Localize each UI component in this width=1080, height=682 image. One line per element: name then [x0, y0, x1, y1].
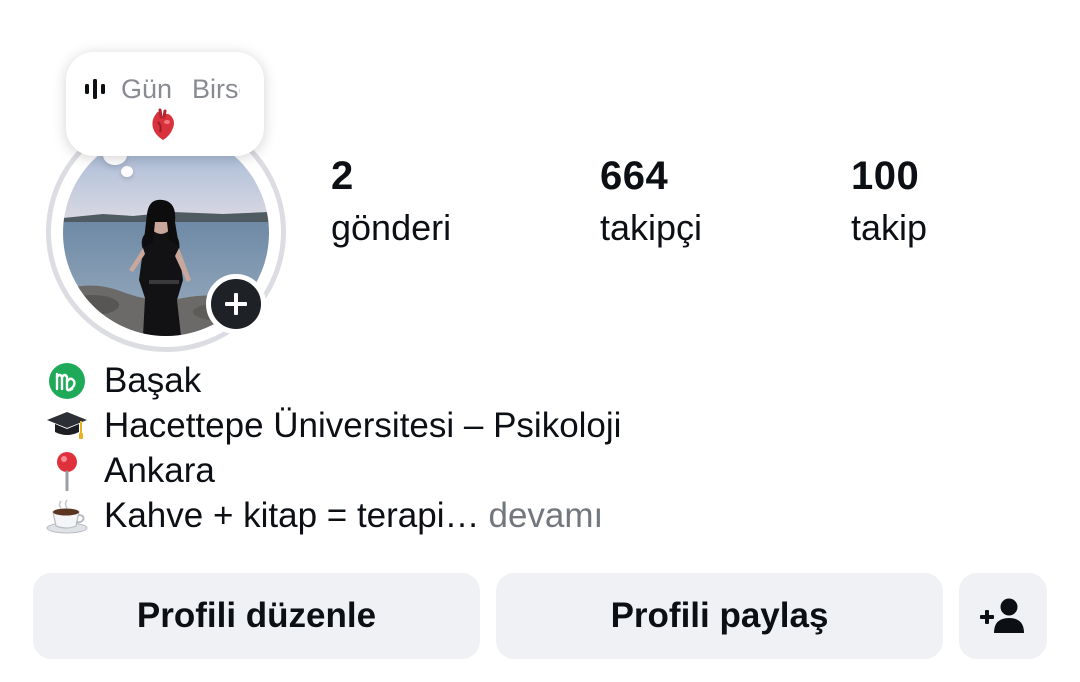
bio-text: Hacettepe Üniversitesi – Psikoloji [104, 405, 622, 445]
edit-profile-button[interactable]: Profili düzenle [33, 573, 480, 659]
profile-header: Bir Gün Birsen 2 gönderi 664 takipçi 100… [0, 0, 1080, 682]
share-profile-label: Profili paylaş [610, 596, 829, 635]
coffee-icon [44, 496, 90, 536]
note-song-title: Bir Gün [116, 73, 172, 104]
audio-bars-icon [85, 79, 105, 99]
plus-icon [225, 293, 247, 315]
anatomical-heart-emoji [152, 108, 174, 140]
followers-label: takipçi [600, 207, 703, 248]
bio-line: Ankara [44, 448, 621, 493]
bio-text: Başak [104, 360, 202, 400]
note-artist-name: Birsen [192, 73, 240, 104]
graduation-cap-icon [44, 406, 90, 446]
discover-people-button[interactable] [959, 573, 1047, 659]
following-count: 100 [851, 154, 920, 198]
posts-label: gönderi [331, 207, 452, 248]
note-music-row: Bir Gün Birsen [84, 72, 250, 106]
posts-count: 2 [331, 154, 354, 198]
following-stat[interactable]: 100 takip [851, 152, 927, 252]
edit-profile-label: Profili düzenle [136, 596, 377, 635]
bio-more-link[interactable]: devamı [489, 496, 604, 536]
bio-line: Kahve + kitap = terapi… devamı [44, 493, 621, 538]
add-person-icon [980, 598, 1024, 633]
bio-text: Kahve + kitap = terapi… [104, 495, 480, 535]
posts-stat[interactable]: 2 gönderi [331, 152, 451, 252]
add-story-button[interactable] [206, 274, 266, 334]
bio-text: Ankara [104, 450, 215, 490]
note-bubble-tail [121, 166, 133, 177]
virgo-icon [44, 361, 90, 401]
followers-count: 664 [600, 154, 669, 198]
bio-line: Hacettepe Üniversitesi – Psikoloji [44, 403, 621, 448]
bio-line: Başak [44, 358, 621, 403]
pin-icon [44, 451, 90, 491]
following-label: takip [851, 207, 928, 248]
note-bubble[interactable]: Bir Gün Birsen [66, 52, 264, 156]
share-profile-button[interactable]: Profili paylaş [496, 573, 943, 659]
followers-stat[interactable]: 664 takipçi [600, 152, 702, 252]
bio: Başak Hacettepe Üniversitesi – Psikoloji [44, 358, 621, 538]
